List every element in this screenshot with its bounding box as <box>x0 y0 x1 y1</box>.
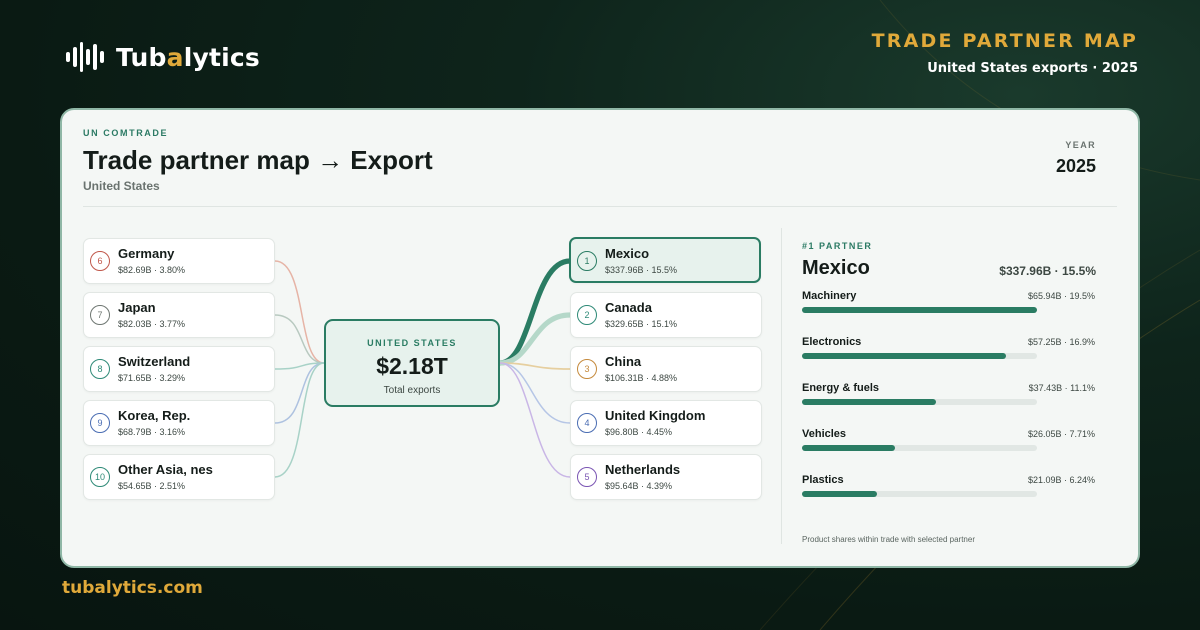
partner-name: Japan <box>118 300 156 315</box>
partner-value: $71.65B · 3.29% <box>118 373 186 383</box>
partner-value: $82.03B · 3.77% <box>118 319 186 329</box>
partner-rank: 8 <box>90 359 110 379</box>
center-label: UNITED STATES <box>367 338 457 348</box>
product-name: Energy & fuels <box>802 382 880 394</box>
header-subtitle: United States exports · 2025 <box>927 61 1138 76</box>
product-bar-track <box>802 491 1037 497</box>
partner-value: $68.79B · 3.16% <box>118 427 186 437</box>
product-value: $37.43B · 11.1% <box>1028 383 1095 393</box>
flow-line-left <box>274 362 325 478</box>
partner-card-united-kingdom[interactable]: 4 United Kingdom $96.80B · 4.45% <box>570 400 762 446</box>
partner-name: Korea, Rep. <box>118 408 191 423</box>
partner-value: $95.64B · 4.39% <box>605 481 673 491</box>
partner-value: $54.65B · 2.51% <box>118 481 186 491</box>
partner-rank: 9 <box>90 413 110 433</box>
panel-footnote: Product shares within trade with selecte… <box>802 535 975 544</box>
product-row: Plastics $21.09B · 6.24% <box>802 474 1095 504</box>
flow-line-right <box>499 362 571 424</box>
partner-card-switzerland[interactable]: 8 Switzerland $71.65B · 3.29% <box>83 346 275 392</box>
partner-card-mexico[interactable]: 1 Mexico $337.96B · 15.5% <box>569 237 761 283</box>
partner-rank: 5 <box>577 467 597 487</box>
partner-card-china[interactable]: 3 China $106.31B · 4.88% <box>570 346 762 392</box>
footer-link[interactable]: tubalytics.com <box>62 578 203 598</box>
partner-card-germany[interactable]: 6 Germany $82.69B · 3.80% <box>83 238 275 284</box>
partner-value: $329.65B · 15.1% <box>605 319 678 329</box>
partner-name: China <box>605 354 642 369</box>
product-row: Energy & fuels $37.43B · 11.1% <box>802 382 1095 412</box>
partner-card-other-asia-nes[interactable]: 10 Other Asia, nes $54.65B · 2.51% <box>83 454 275 500</box>
partner-value: $82.69B · 3.80% <box>118 265 186 275</box>
partner-name: Other Asia, nes <box>118 462 213 477</box>
product-name: Electronics <box>802 336 862 348</box>
partner-name: Mexico <box>605 246 650 261</box>
product-bar-track <box>802 353 1037 359</box>
product-value: $65.94B · 19.5% <box>1027 291 1095 301</box>
product-value: $21.09B · 6.24% <box>1027 475 1095 485</box>
product-bar-fill <box>802 399 936 405</box>
product-name: Plastics <box>802 474 844 486</box>
center-node[interactable]: UNITED STATES $2.18T Total exports <box>324 319 500 407</box>
header-titles: TRADE PARTNER MAP United States exports … <box>872 30 1138 76</box>
product-bar-fill <box>802 307 1037 313</box>
partner-name: Germany <box>118 246 175 261</box>
center-sublabel: Total exports <box>383 385 441 396</box>
flow-line-left <box>274 314 325 364</box>
product-bar-fill <box>802 353 1006 359</box>
partner-rank: 4 <box>577 413 597 433</box>
partner-rank: 1 <box>577 251 597 271</box>
partner-rank: 7 <box>90 305 110 325</box>
partner-name: Switzerland <box>118 354 191 369</box>
top-partner-name: Mexico <box>802 257 870 279</box>
top-partner-label: #1 PARTNER <box>802 241 873 251</box>
partner-value: $96.80B · 4.45% <box>605 427 673 437</box>
product-bar-fill <box>802 445 895 451</box>
product-name: Vehicles <box>802 428 847 440</box>
panel-divider <box>781 228 782 544</box>
brand-name: Tubalytics <box>116 42 260 72</box>
flow-line-right <box>499 362 571 478</box>
partner-name: Canada <box>605 300 652 315</box>
flow-line-left <box>274 260 325 364</box>
product-bar-fill <box>802 491 877 497</box>
trade-map-card: UN COMTRADE Trade partner map → Export U… <box>60 108 1140 568</box>
center-value: $2.18T <box>376 353 448 379</box>
flow-line-left <box>274 362 325 424</box>
partner-value: $106.31B · 4.88% <box>605 373 678 383</box>
partner-rank: 3 <box>577 359 597 379</box>
partner-rank: 2 <box>577 305 597 325</box>
partner-card-korea-rep[interactable]: 9 Korea, Rep. $68.79B · 3.16% <box>83 400 275 446</box>
product-bar-track <box>802 445 1037 451</box>
brand-logo[interactable]: Tubalytics <box>66 41 260 73</box>
product-row: Vehicles $26.05B · 7.71% <box>802 428 1095 458</box>
product-row: Machinery $65.94B · 19.5% <box>802 290 1095 320</box>
top-partner-total: $337.96B · 15.5% <box>999 264 1096 278</box>
partner-name: United Kingdom <box>605 408 706 423</box>
partner-name: Netherlands <box>605 462 681 477</box>
product-bar-track <box>802 399 1037 405</box>
waveform-icon <box>66 41 104 73</box>
product-bar-track <box>802 307 1037 313</box>
partner-rank: 10 <box>90 467 110 487</box>
product-row: Electronics $57.25B · 16.9% <box>802 336 1095 366</box>
product-name: Machinery <box>802 290 857 302</box>
partner-card-canada[interactable]: 2 Canada $329.65B · 15.1% <box>570 292 762 338</box>
product-value: $26.05B · 7.71% <box>1027 429 1095 439</box>
product-value: $57.25B · 16.9% <box>1027 337 1095 347</box>
partner-value: $337.96B · 15.5% <box>605 265 678 275</box>
header-title: TRADE PARTNER MAP <box>871 30 1138 52</box>
flow-line-right <box>499 258 571 366</box>
partner-rank: 6 <box>90 251 110 271</box>
partner-card-netherlands[interactable]: 5 Netherlands $95.64B · 4.39% <box>570 454 762 500</box>
partner-card-japan[interactable]: 7 Japan $82.03B · 3.77% <box>83 292 275 338</box>
